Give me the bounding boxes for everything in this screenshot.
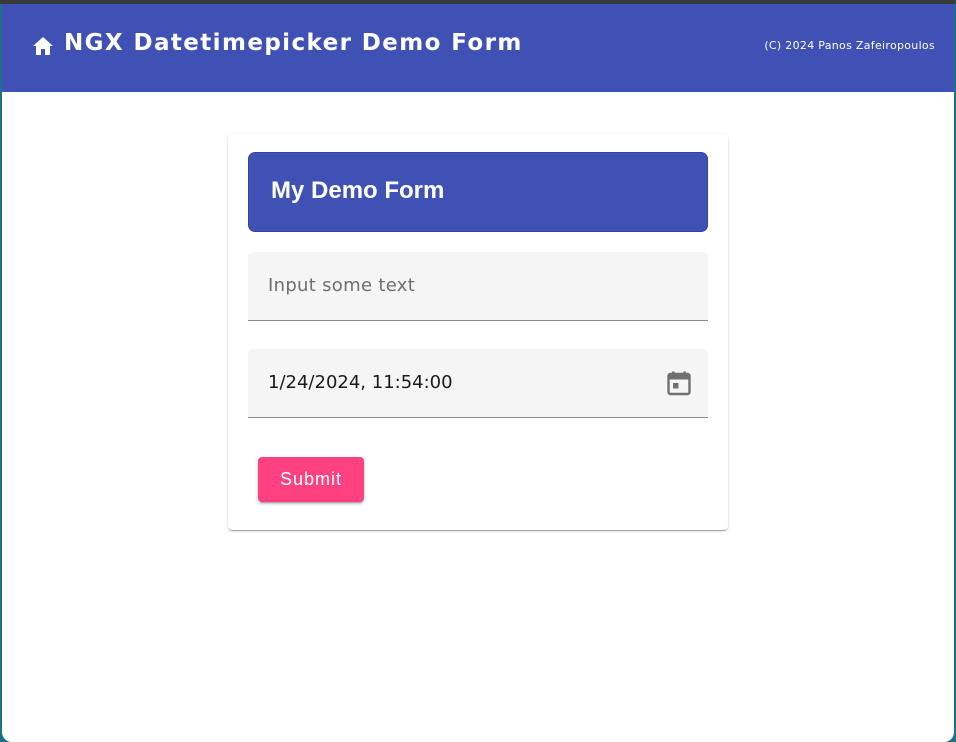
card-title: My Demo Form [271, 177, 445, 204]
card-header: My Demo Form [248, 152, 708, 232]
browser-viewport: NGX Datetimepicker Demo Form (C) 2024 Pa… [2, 4, 954, 742]
submit-button[interactable]: Submit [258, 457, 364, 502]
datetime-input-field[interactable]: 1/24/2024, 11:54:00 [248, 349, 708, 418]
text-input-field[interactable] [248, 252, 708, 321]
app-toolbar: NGX Datetimepicker Demo Form (C) 2024 Pa… [2, 4, 954, 92]
text-input[interactable] [268, 275, 668, 296]
copyright-text: (C) 2024 Panos Zafeiropoulos [764, 39, 935, 52]
demo-form-card: My Demo Form 1/24/2024, 11:54:00 Submit [228, 134, 728, 530]
app-title: NGX Datetimepicker Demo Form [64, 30, 523, 56]
datetime-input[interactable]: 1/24/2024, 11:54:00 [268, 372, 453, 393]
home-icon[interactable] [32, 36, 54, 56]
calendar-icon[interactable] [666, 370, 692, 396]
